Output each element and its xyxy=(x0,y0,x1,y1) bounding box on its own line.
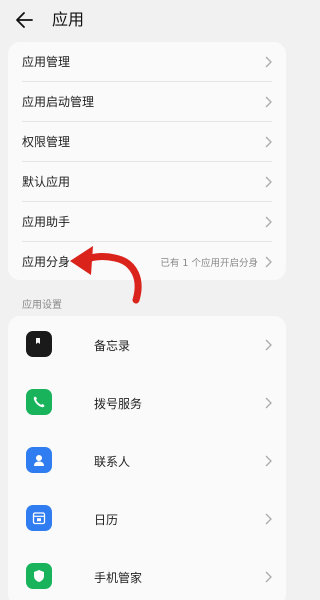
chevron-right-icon xyxy=(265,513,272,525)
app-item-label: 拨号服务 xyxy=(94,397,143,411)
chevron-right-icon xyxy=(265,176,272,187)
notes-icon xyxy=(26,331,52,357)
section-label: 应用设置 xyxy=(22,300,62,311)
app-item-contacts[interactable]: 联系人 xyxy=(8,432,286,490)
app-item-label: 备忘录 xyxy=(94,339,131,353)
menu-item-label: 应用助手 xyxy=(22,215,71,229)
app-item-label: 日历 xyxy=(94,513,119,527)
menu-item-label: 应用启动管理 xyxy=(22,95,95,109)
chevron-right-icon xyxy=(265,216,272,227)
menu-item-label: 默认应用 xyxy=(22,175,71,189)
app-item-label: 联系人 xyxy=(94,455,131,469)
menu-item-label: 权限管理 xyxy=(22,135,71,149)
menu-item-app-assistant[interactable]: 应用助手 xyxy=(8,202,286,241)
app-item-notes[interactable]: 备忘录 xyxy=(8,316,286,374)
chevron-right-icon xyxy=(265,56,272,67)
app-menu-card: 应用管理 应用启动管理 权限管理 默认应用 应用助手 应用分身 已有 1 个应用… xyxy=(8,42,286,280)
app-item-calendar[interactable]: 日历 xyxy=(8,490,286,548)
app-settings-card: 备忘录 拨号服务 联系人 日历 手机管家 xyxy=(8,316,286,600)
menu-item-app-launch[interactable]: 应用启动管理 xyxy=(8,82,286,121)
chevron-right-icon xyxy=(265,136,272,147)
chevron-right-icon xyxy=(265,455,272,467)
chevron-right-icon xyxy=(265,96,272,107)
phone-icon xyxy=(26,389,52,415)
chevron-right-icon xyxy=(265,256,272,267)
page-title: 应用 xyxy=(52,10,85,29)
menu-item-app-management[interactable]: 应用管理 xyxy=(8,42,286,81)
menu-item-default-apps[interactable]: 默认应用 xyxy=(8,162,286,201)
contacts-icon xyxy=(26,447,52,473)
back-arrow-icon[interactable] xyxy=(14,9,36,31)
chevron-right-icon xyxy=(265,571,272,583)
chevron-right-icon xyxy=(265,339,272,351)
app-item-label: 手机管家 xyxy=(94,571,143,585)
app-twin-status: 已有 1 个应用开启分身 xyxy=(160,257,258,269)
top-bar: 应用 xyxy=(0,0,294,40)
menu-item-permissions[interactable]: 权限管理 xyxy=(8,122,286,161)
chevron-right-icon xyxy=(265,397,272,409)
app-item-phone-manager[interactable]: 手机管家 xyxy=(8,548,286,600)
menu-item-label: 应用管理 xyxy=(22,55,71,69)
app-item-dialer[interactable]: 拨号服务 xyxy=(8,374,286,432)
calendar-icon xyxy=(26,505,52,531)
menu-item-label: 应用分身 xyxy=(22,255,71,269)
menu-item-app-twin[interactable]: 应用分身 已有 1 个应用开启分身 xyxy=(8,242,286,281)
shield-icon xyxy=(26,563,52,589)
